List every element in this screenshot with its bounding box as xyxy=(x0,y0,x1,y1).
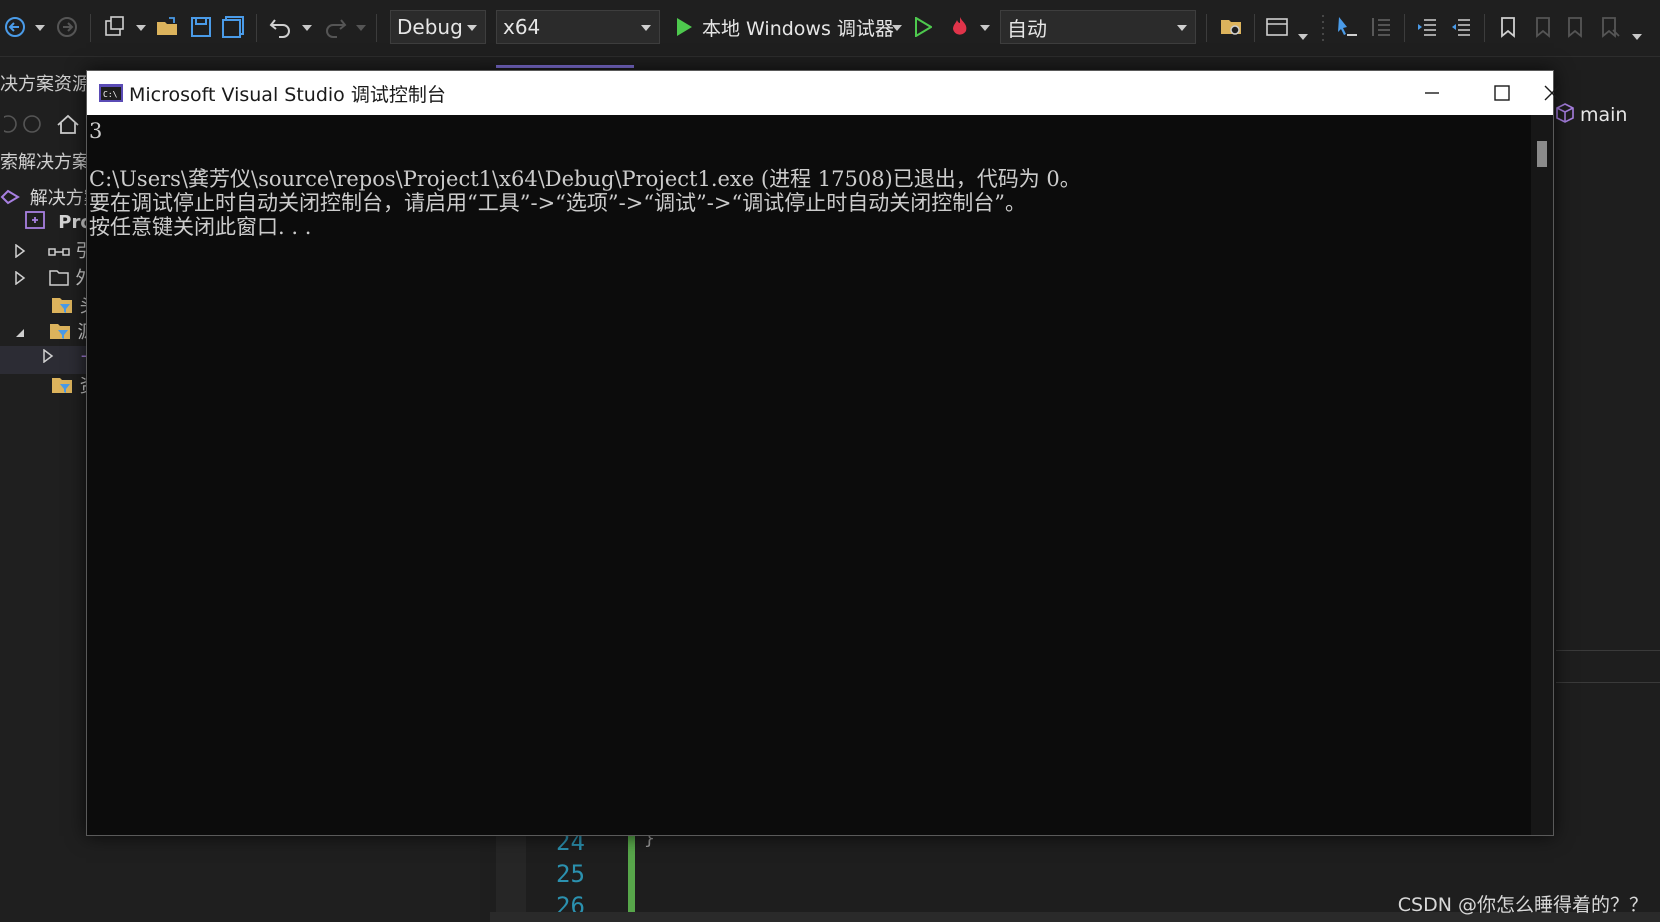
next-bookmark-icon[interactable] xyxy=(1562,10,1590,44)
browser-icon[interactable] xyxy=(1262,10,1292,44)
main-toolbar: Debug x64 本地 Windows 调试器 自动 xyxy=(0,0,1660,57)
svg-text:C:\: C:\ xyxy=(103,90,118,99)
back-dropdown-icon[interactable] xyxy=(35,25,45,31)
debug-console-window: C:\ Microsoft Visual Studio 调试控制台 3 C:\U… xyxy=(86,70,1560,836)
start-debugging-button[interactable]: 本地 Windows 调试器 xyxy=(702,10,894,44)
minimize-button[interactable] xyxy=(1397,71,1467,115)
previous-bookmark-icon[interactable] xyxy=(1528,10,1556,44)
panel-divider xyxy=(1556,682,1660,683)
undo-icon[interactable] xyxy=(266,10,296,44)
member-navigation-value: main xyxy=(1580,104,1628,126)
navigate-forward-icon[interactable] xyxy=(52,10,82,44)
run-target-dropdown-icon[interactable] xyxy=(892,25,902,31)
console-app-icon: C:\ xyxy=(99,84,123,106)
cpp-project-icon xyxy=(24,210,46,235)
toolbar-separator xyxy=(1254,14,1255,42)
solution-explorer-toolbar xyxy=(0,112,84,140)
platform-value: x64 xyxy=(503,15,541,39)
toolbar-separator xyxy=(1206,14,1207,42)
tree-item-source-files[interactable]: 源 xyxy=(14,318,95,347)
minimize-icon xyxy=(1425,92,1439,94)
maximize-button[interactable] xyxy=(1467,71,1537,115)
solution-icon xyxy=(0,188,20,211)
pointer-select-icon[interactable] xyxy=(1332,10,1362,44)
hot-reload-icon[interactable] xyxy=(946,10,974,44)
stack-frame-select[interactable]: 自动 xyxy=(1000,10,1196,44)
save-all-icon[interactable] xyxy=(218,10,248,44)
toolbar-separator xyxy=(1484,14,1485,42)
active-tab-indicator xyxy=(496,65,634,68)
solution-explorer-folder-icon[interactable] xyxy=(1216,10,1246,44)
console-line: 3 xyxy=(89,119,103,143)
member-navigation-select[interactable]: main xyxy=(1556,100,1660,130)
console-scrollbar[interactable] xyxy=(1531,115,1553,835)
chevron-down-icon xyxy=(467,25,477,31)
filter-folder-icon xyxy=(48,320,72,347)
bookmark-icon[interactable] xyxy=(1494,10,1522,44)
solution-search-input[interactable]: 索解决方案 xyxy=(0,148,90,174)
chevron-down-icon xyxy=(641,25,651,31)
undo-dropdown-icon[interactable] xyxy=(302,25,312,31)
editor-margin xyxy=(496,832,526,922)
toolbar-separator xyxy=(90,14,91,42)
change-tracking-bar xyxy=(628,832,635,922)
stack-frame-value: 自动 xyxy=(1007,16,1047,41)
console-line: C:\Users\龚芳仪\source\repos\Project1\x64\D… xyxy=(89,167,1081,191)
outdent-icon[interactable] xyxy=(1446,10,1476,44)
console-title: Microsoft Visual Studio 调试控制台 xyxy=(129,83,446,106)
panel-divider xyxy=(1556,650,1660,651)
chevron-right-icon[interactable] xyxy=(14,269,26,290)
chevron-down-icon xyxy=(1177,25,1187,31)
console-line: 按任意键关闭此窗口. . . xyxy=(89,215,312,239)
solution-config-select[interactable]: Debug xyxy=(390,10,486,44)
indent-icon[interactable] xyxy=(1412,10,1442,44)
folder-icon xyxy=(48,267,70,292)
navigate-back-icon[interactable] xyxy=(0,10,30,44)
redo-dropdown-icon[interactable] xyxy=(356,25,366,31)
toolbar-separator xyxy=(256,14,257,42)
watermark: CSDN @你怎么睡得着的？？ xyxy=(1397,894,1648,916)
tree-item-references[interactable]: 引 xyxy=(14,237,93,263)
toolbar-separator xyxy=(1404,14,1405,42)
toolbar-separator xyxy=(376,14,377,42)
line-number: 25 xyxy=(556,860,585,888)
clear-bookmarks-icon[interactable] xyxy=(1596,10,1624,44)
chevron-right-icon[interactable] xyxy=(14,242,26,263)
filter-folder-icon xyxy=(50,374,74,401)
references-icon xyxy=(47,242,70,263)
close-icon xyxy=(1544,85,1560,101)
chevron-right-icon[interactable] xyxy=(42,347,54,368)
console-title-bar[interactable]: C:\ Microsoft Visual Studio 调试控制台 xyxy=(87,71,1560,115)
close-button[interactable] xyxy=(1537,71,1567,115)
browser-dropdown-icon[interactable] xyxy=(1298,34,1308,40)
solution-explorer-title: 决方案资源 xyxy=(0,74,90,95)
solution-config-value: Debug xyxy=(397,15,463,39)
open-folder-icon[interactable] xyxy=(152,10,182,44)
start-without-debugging-icon[interactable] xyxy=(910,10,936,44)
tree-item-external-deps[interactable]: 外 xyxy=(14,264,93,292)
console-output[interactable]: 3 C:\Users\龚芳仪\source\repos\Project1\x64… xyxy=(87,115,1531,835)
maximize-icon xyxy=(1494,85,1510,101)
filter-folder-icon xyxy=(50,294,74,321)
redo-icon[interactable] xyxy=(320,10,350,44)
hot-reload-dropdown-icon[interactable] xyxy=(980,25,990,31)
start-debugging-icon[interactable] xyxy=(672,10,696,44)
toolbar-grip-icon xyxy=(1318,10,1328,44)
platform-select[interactable]: x64 xyxy=(496,10,660,44)
toolbar-overflow-icon[interactable] xyxy=(1632,34,1642,40)
save-icon[interactable] xyxy=(186,10,216,44)
scrollbar-thumb[interactable] xyxy=(1537,141,1547,167)
chevron-down-icon[interactable] xyxy=(14,323,26,344)
console-line: 要在调试停止时自动关闭控制台，请启用“工具”->“选项”->“调试”->“调试停… xyxy=(89,191,1026,215)
new-dropdown-icon[interactable] xyxy=(136,25,146,31)
list-icon[interactable] xyxy=(1366,10,1396,44)
new-project-icon[interactable] xyxy=(100,10,130,44)
